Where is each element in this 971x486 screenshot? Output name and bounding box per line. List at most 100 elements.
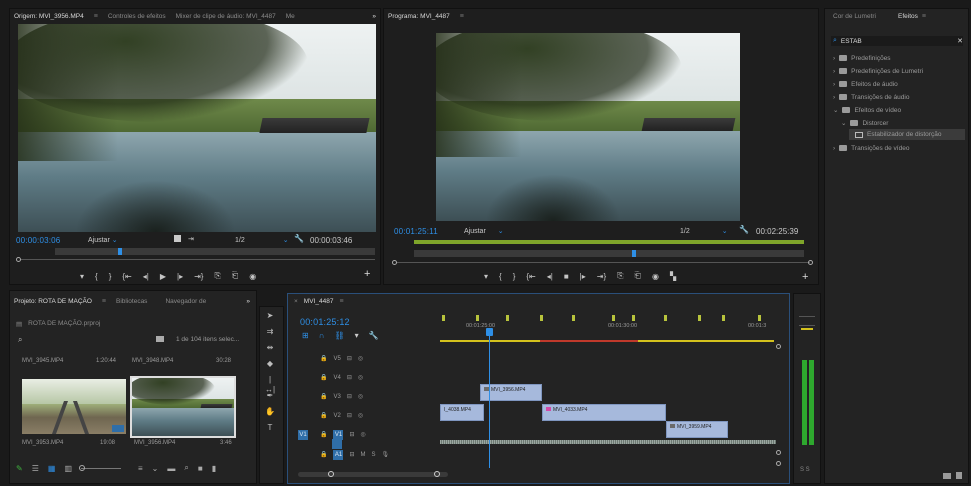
camera-icon[interactable]: ◉ bbox=[652, 272, 659, 281]
eye-icon[interactable]: ◎ bbox=[358, 374, 363, 381]
go-to-in-icon[interactable]: {⇤ bbox=[526, 272, 535, 281]
go-to-out-icon[interactable]: ⇥} bbox=[194, 272, 203, 281]
comparison-view-icon[interactable]: ▚ bbox=[670, 272, 676, 281]
lock-icon[interactable]: 🔒 bbox=[320, 393, 327, 400]
marker[interactable] bbox=[506, 315, 509, 321]
tree-presets[interactable]: › Predefinições bbox=[833, 53, 891, 63]
marker[interactable] bbox=[722, 315, 725, 321]
project-thumb-2[interactable] bbox=[130, 353, 234, 375]
tree-lumetri-presets[interactable]: › Predefinições de Lumetri bbox=[833, 66, 923, 76]
new-bin-from-search-icon[interactable] bbox=[156, 336, 164, 342]
mic-icon[interactable]: 🎙 bbox=[382, 451, 390, 458]
lock-icon[interactable]: 🔒 bbox=[320, 374, 327, 381]
snap-icon[interactable]: ∩ bbox=[319, 331, 325, 340]
project-thumb-1[interactable] bbox=[20, 353, 124, 375]
extract-icon[interactable]: ⎗ bbox=[635, 271, 641, 281]
tree-video-effects[interactable]: ⌄ Efeitos de vídeo bbox=[833, 105, 901, 115]
sync-icon[interactable]: ⊟ bbox=[347, 374, 352, 381]
nest-icon[interactable]: ⊞ bbox=[302, 331, 309, 340]
thumb-lake-selected[interactable] bbox=[130, 376, 236, 438]
marker[interactable] bbox=[476, 315, 479, 321]
sync-icon[interactable]: ⊟ bbox=[349, 451, 354, 458]
tab-libraries[interactable]: Bibliotecas bbox=[116, 298, 147, 305]
new-item-icon[interactable]: ■ bbox=[198, 464, 203, 473]
mark-out-icon[interactable]: } bbox=[109, 272, 112, 281]
tab-lumetri-color[interactable]: Cor de Lumetri bbox=[833, 13, 876, 20]
add-button[interactable]: + bbox=[802, 271, 808, 283]
source-timecode[interactable]: 00:00:03:06 bbox=[16, 236, 60, 245]
menu-icon[interactable]: ≡ bbox=[922, 13, 926, 20]
tab-media-browser[interactable]: Navegador de bbox=[165, 298, 206, 305]
pencil-icon[interactable]: ✎ bbox=[16, 464, 23, 473]
program-fit-dropdown[interactable]: Ajustar ⌄ bbox=[464, 227, 504, 235]
hand-tool-icon[interactable]: ✋ bbox=[265, 407, 275, 417]
list-view-icon[interactable]: ☰ bbox=[32, 464, 39, 473]
delete-icon[interactable]: ▮ bbox=[212, 464, 216, 473]
track-target-a1[interactable]: A1 bbox=[333, 449, 344, 460]
marker[interactable] bbox=[612, 315, 615, 321]
go-to-out-icon[interactable]: ⇥} bbox=[597, 272, 606, 281]
add-button[interactable]: + bbox=[364, 268, 370, 280]
clear-search-icon[interactable]: ✕ bbox=[957, 37, 963, 45]
marker[interactable] bbox=[664, 315, 667, 321]
marker[interactable] bbox=[632, 315, 635, 321]
tabs-overflow-button[interactable]: » bbox=[246, 298, 256, 305]
zoom-slider[interactable] bbox=[79, 464, 121, 471]
mark-out-icon[interactable]: } bbox=[513, 272, 516, 281]
source-scrub-start-handle[interactable] bbox=[16, 257, 21, 262]
close-tab-icon[interactable]: × bbox=[294, 298, 298, 305]
source-zoom-bar[interactable] bbox=[55, 248, 375, 255]
menu-icon[interactable]: ≡ bbox=[460, 13, 464, 20]
search-icon[interactable]: ⌕ bbox=[184, 463, 188, 473]
marker[interactable] bbox=[572, 315, 575, 321]
audio-waveform[interactable] bbox=[440, 440, 776, 444]
tree-warp-stabilizer[interactable]: Estabilizador de distorção bbox=[849, 129, 965, 140]
freeform-view-icon[interactable]: ▥ bbox=[64, 464, 72, 473]
lift-icon[interactable]: ⎘ bbox=[617, 271, 623, 281]
program-scrub-end-handle[interactable] bbox=[808, 260, 813, 265]
insert-marker-icon[interactable] bbox=[174, 235, 181, 242]
program-resolution-dropdown[interactable]: 1/2 ⌄ bbox=[680, 227, 728, 235]
overwrite-icon[interactable]: ⎗ bbox=[232, 271, 238, 281]
razor-tool-icon[interactable]: ◆ bbox=[265, 359, 275, 369]
new-bin-icon[interactable] bbox=[943, 473, 951, 479]
tree-audio-effects[interactable]: › Efeitos de áudio bbox=[833, 79, 898, 89]
timeline-scroll-handle-v2[interactable] bbox=[776, 450, 781, 455]
mark-in-icon[interactable]: { bbox=[95, 272, 98, 281]
wrench-icon[interactable]: 🔧 bbox=[739, 225, 749, 234]
tab-program[interactable]: Programa: MVI_4487 bbox=[388, 13, 450, 20]
timeline-scroll-right-handle[interactable] bbox=[776, 461, 781, 466]
new-bin-icon[interactable]: ▬ bbox=[167, 464, 175, 473]
playhead-marker[interactable] bbox=[118, 248, 122, 255]
step-forward-icon[interactable]: |▸ bbox=[580, 272, 586, 281]
wrench-icon[interactable]: 🔧 bbox=[294, 234, 304, 243]
project-search-icon[interactable]: ⌕ bbox=[18, 335, 22, 345]
sync-icon[interactable]: ⊟ bbox=[347, 393, 352, 400]
step-back-icon[interactable]: ◂| bbox=[547, 272, 553, 281]
insert-icon[interactable]: ⎘ bbox=[214, 271, 220, 281]
delete-icon[interactable] bbox=[956, 472, 962, 479]
playhead-marker[interactable] bbox=[632, 250, 636, 257]
timeline-h-scroll-handle[interactable] bbox=[328, 471, 334, 477]
sync-icon[interactable]: ⊟ bbox=[347, 412, 352, 419]
source-fit-dropdown[interactable]: Ajustar ⌄ bbox=[88, 236, 118, 244]
ripple-edit-tool-icon[interactable]: ⇹ bbox=[265, 343, 275, 353]
tab-audio-clip-mixer[interactable]: Mixer de clipe de áudio: MVI_4487 bbox=[176, 13, 276, 20]
tree-video-transitions[interactable]: › Transições de vídeo bbox=[833, 143, 909, 153]
pen-tool-icon[interactable]: ✒ bbox=[265, 391, 275, 401]
source-scrub-track[interactable] bbox=[20, 259, 375, 260]
add-marker-icon[interactable]: ▾ bbox=[484, 272, 488, 281]
add-marker-icon[interactable]: ▾ bbox=[355, 331, 359, 340]
clip-mvi-4038[interactable]: I_4038.MP4 bbox=[440, 404, 484, 421]
tab-project[interactable]: Projeto: ROTA DE MAÇÃO bbox=[14, 298, 92, 305]
menu-icon[interactable]: ≡ bbox=[94, 13, 98, 20]
type-tool-icon[interactable]: T bbox=[265, 423, 275, 433]
track-select-tool-icon[interactable]: ⇉ bbox=[265, 327, 275, 337]
tab-effect-controls[interactable]: Controles de efeitos bbox=[108, 13, 166, 20]
tree-distort[interactable]: ⌄ Distorcer bbox=[841, 118, 888, 128]
eye-icon[interactable]: ◎ bbox=[358, 393, 363, 400]
tree-audio-transitions[interactable]: › Transições de áudio bbox=[833, 92, 909, 102]
tabs-overflow-button[interactable]: » bbox=[372, 13, 380, 20]
marker[interactable] bbox=[758, 315, 761, 321]
source-patch-v1[interactable]: V1 bbox=[298, 429, 308, 440]
